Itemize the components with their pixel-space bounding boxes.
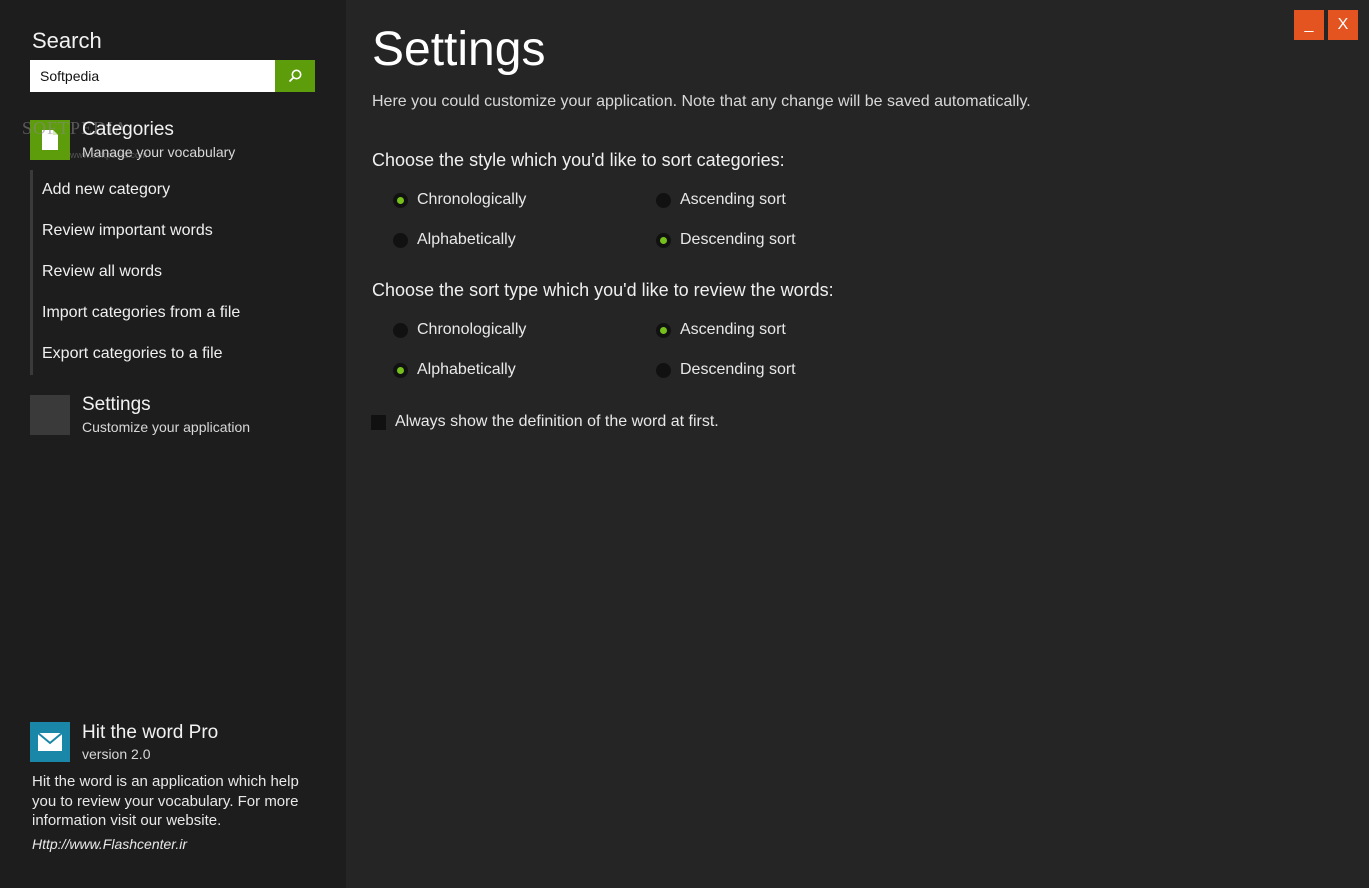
search-icon xyxy=(288,69,302,83)
radio-label: Descending sort xyxy=(680,231,796,248)
radio-indicator xyxy=(393,232,408,248)
about-tile xyxy=(30,722,70,762)
category-radio-descending[interactable]: Descending sort xyxy=(656,231,796,249)
close-button[interactable]: X xyxy=(1328,10,1358,40)
submenu-add-category[interactable]: Add new category xyxy=(30,170,330,211)
search-button[interactable] xyxy=(275,60,315,92)
radio-label: Chronologically xyxy=(417,191,527,208)
radio-indicator xyxy=(393,322,408,338)
main-content: _ X Settings Here you could customize yo… xyxy=(346,0,1369,888)
category-radio-chronologically[interactable]: Chronologically xyxy=(393,191,526,209)
categories-subtitle: Manage your vocabulary xyxy=(82,144,236,160)
radio-indicator xyxy=(656,192,671,208)
settings-nav-subtitle: Customize your application xyxy=(82,419,251,435)
settings-nav-title[interactable]: Settings xyxy=(82,394,151,416)
radio-label: Descending sort xyxy=(680,361,796,378)
definition-checkbox[interactable]: Always show the definition of the word a… xyxy=(371,413,719,431)
radio-indicator xyxy=(393,362,408,378)
word-radio-alphabetically[interactable]: Alphabetically xyxy=(393,361,516,379)
submenu-import[interactable]: Import categories from a file xyxy=(30,293,330,334)
minimize-button[interactable]: _ xyxy=(1294,10,1324,40)
submenu-review-all[interactable]: Review all words xyxy=(30,252,330,293)
about-description: Hit the word is an application which hel… xyxy=(32,773,299,829)
radio-label: Alphabetically xyxy=(417,361,516,378)
search-title: Search xyxy=(32,28,102,53)
page-title: Settings xyxy=(372,23,546,76)
page-description: Here you could customize your applicatio… xyxy=(372,93,1031,110)
radio-indicator xyxy=(656,322,671,338)
categories-submenu: Add new category Review important words … xyxy=(30,170,330,375)
radio-indicator xyxy=(656,232,671,248)
about-website-link[interactable]: Http://www.Flashcenter.ir xyxy=(32,836,187,852)
radio-indicator xyxy=(656,362,671,378)
settings-tile[interactable] xyxy=(30,395,70,435)
radio-label: Alphabetically xyxy=(417,231,516,248)
category-sort-title: Choose the style which you'd like to sor… xyxy=(372,150,785,170)
about-version: version 2.0 xyxy=(82,746,151,762)
checkbox-label: Always show the definition of the word a… xyxy=(395,413,719,430)
categories-title[interactable]: Categories xyxy=(82,119,174,141)
word-radio-ascending[interactable]: Ascending sort xyxy=(656,321,786,339)
about-title: Hit the word Pro xyxy=(82,722,219,743)
submenu-review-important[interactable]: Review important words xyxy=(30,211,330,252)
checkbox-box xyxy=(371,414,386,430)
radio-label: Chronologically xyxy=(417,321,527,338)
radio-label: Ascending sort xyxy=(680,321,786,338)
radio-label: Ascending sort xyxy=(680,191,786,208)
word-radio-chronologically[interactable]: Chronologically xyxy=(393,321,526,339)
word-radio-descending[interactable]: Descending sort xyxy=(656,361,796,379)
mail-icon xyxy=(37,732,63,751)
submenu-export[interactable]: Export categories to a file xyxy=(30,334,330,375)
word-sort-title: Choose the sort type which you'd like to… xyxy=(372,280,834,300)
sidebar: Search SOFTPEDIA www.softpedia.com Categ… xyxy=(0,0,346,888)
category-radio-alphabetically[interactable]: Alphabetically xyxy=(393,231,516,249)
radio-indicator xyxy=(393,192,408,208)
category-radio-ascending[interactable]: Ascending sort xyxy=(656,191,786,209)
search-input[interactable] xyxy=(30,60,275,92)
